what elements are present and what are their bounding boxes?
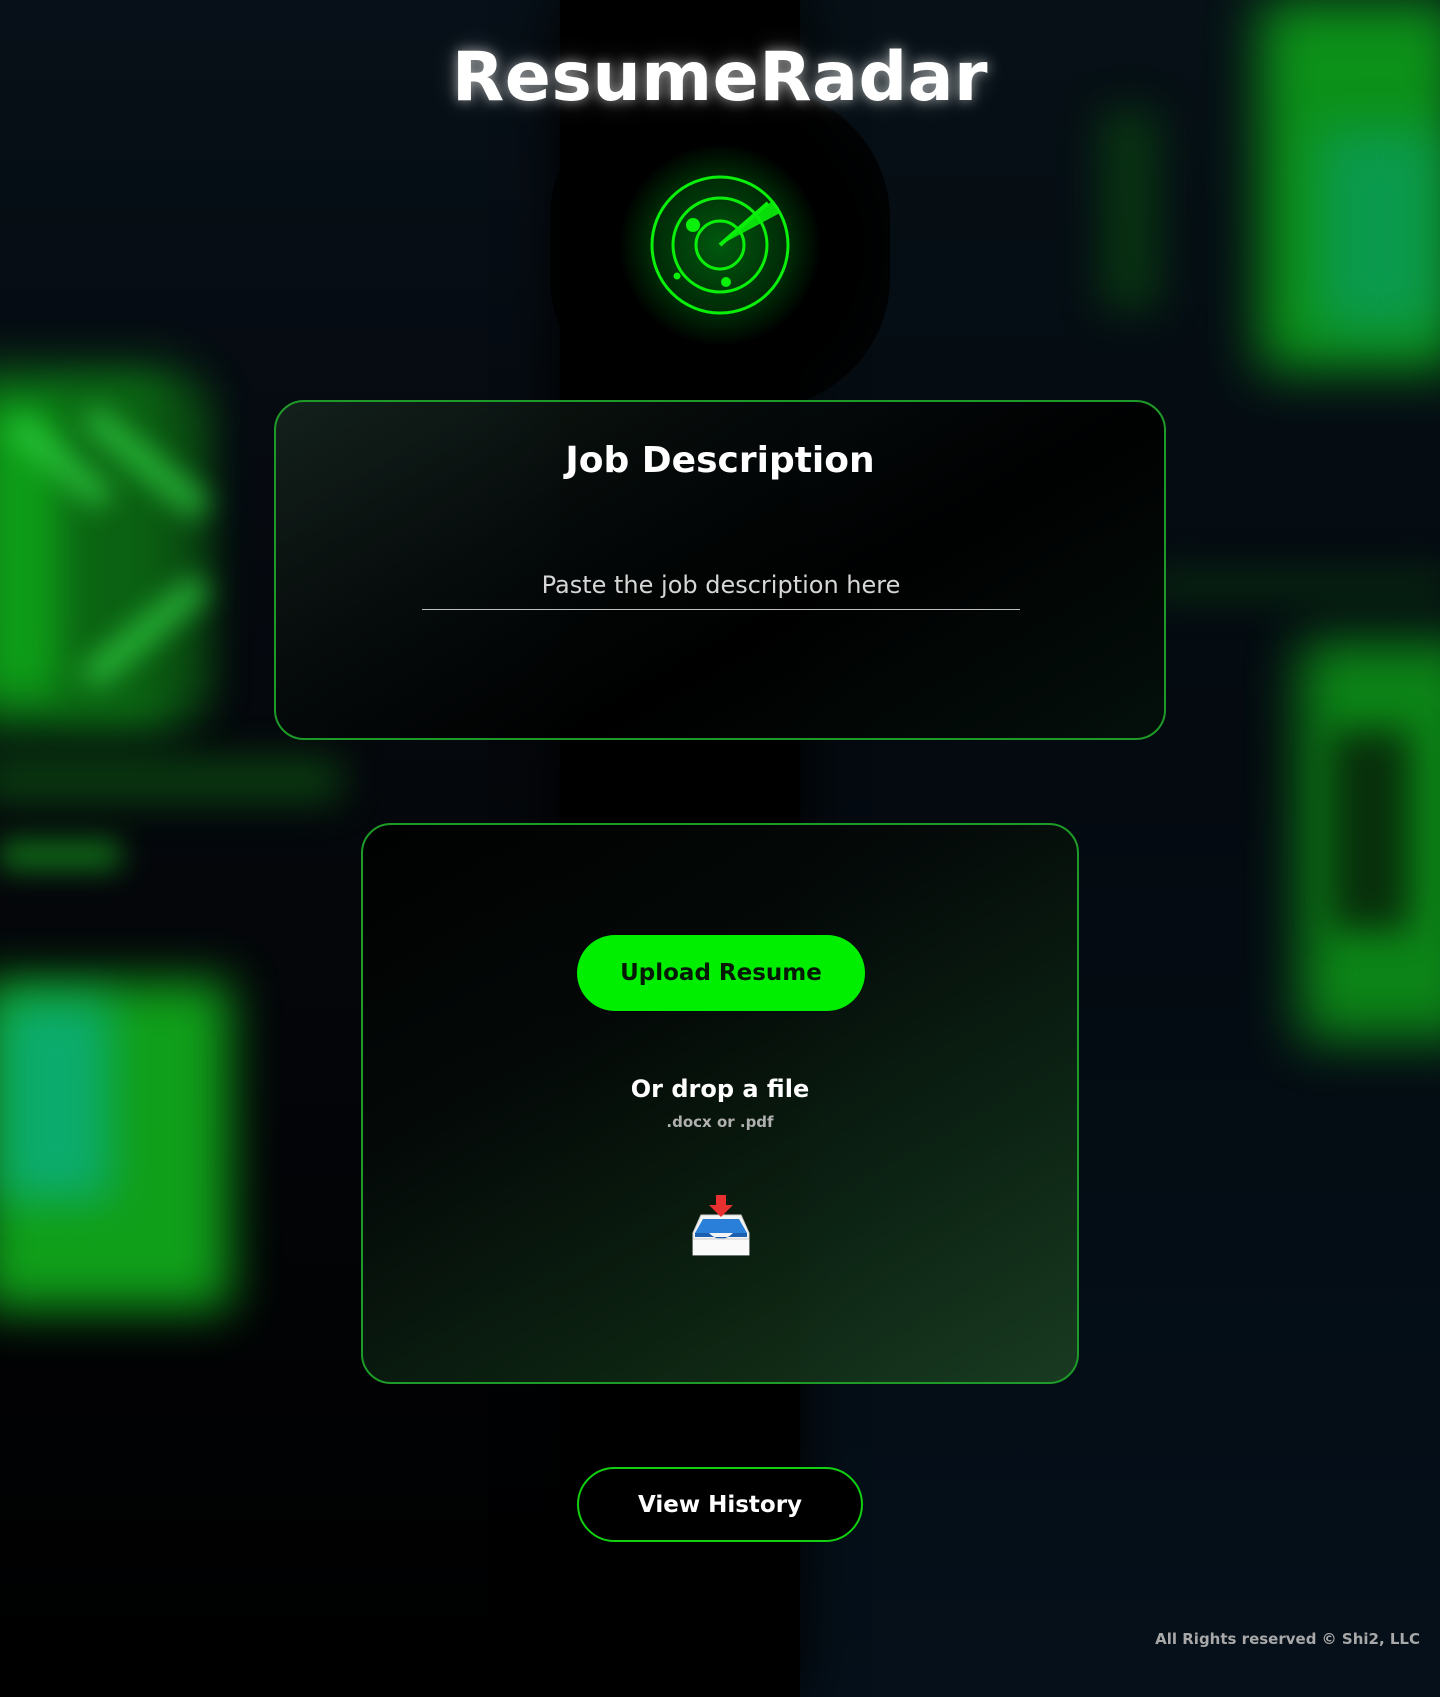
upload-resume-button[interactable]: Upload Resume xyxy=(577,935,865,1011)
job-description-input[interactable] xyxy=(422,560,1020,610)
view-history-button[interactable]: View History xyxy=(577,1467,863,1542)
resume-drop-zone[interactable]: Upload Resume Or drop a file .docx or .p… xyxy=(361,823,1079,1384)
job-description-card: Job Description xyxy=(274,400,1166,740)
footer-copyright: All Rights reserved © Shi2, LLC xyxy=(1155,1630,1420,1648)
drop-file-label: Or drop a file xyxy=(630,1075,810,1103)
radar-logo-icon xyxy=(650,175,790,315)
app-title: ResumeRadar xyxy=(451,38,989,117)
accepted-file-types: .docx or .pdf xyxy=(666,1113,774,1131)
job-description-heading: Job Description xyxy=(565,440,875,481)
inbox-tray-icon xyxy=(692,1195,750,1256)
